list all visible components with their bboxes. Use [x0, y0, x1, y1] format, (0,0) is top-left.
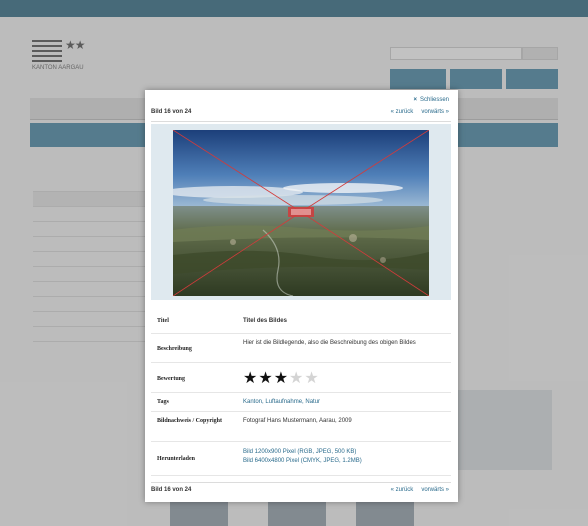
star-rating[interactable]: ★★★★★: [243, 363, 451, 392]
pager-bottom: « zurück vorwärts »: [391, 487, 449, 493]
next-button[interactable]: vorwärts »: [421, 109, 449, 115]
download-link-cmyk[interactable]: Bild 6400x4800 Pixel (CMYK, JPEG, 1.2MB): [243, 457, 447, 466]
close-icon: ×: [413, 97, 417, 103]
info-row-title: Titel Titel des Bildes: [151, 312, 451, 334]
info-label: Herunterladen: [157, 456, 195, 462]
aerial-photo[interactable]: [173, 130, 429, 296]
download-links: Bild 1200x900 Pixel (RGB, JPEG, 500 KB) …: [243, 442, 451, 475]
divider: [151, 121, 451, 122]
star-empty-icon[interactable]: ★: [289, 370, 304, 387]
info-value: Fotograf Hans Mustermann, Aarau, 2009: [243, 418, 352, 424]
info-value: Hier ist die Bildlegende, also die Besch…: [243, 340, 416, 346]
star-filled-icon[interactable]: ★: [258, 370, 273, 387]
next-button[interactable]: vorwärts »: [421, 487, 449, 493]
info-label: Titel: [157, 318, 169, 324]
info-row-copyright: Bildnachweis / Copyright Fotograf Hans M…: [151, 412, 451, 442]
image-counter: Bild 16 von 24: [151, 109, 192, 115]
photo-area: [151, 124, 451, 300]
prev-button[interactable]: « zurück: [391, 487, 414, 493]
close-label: Schliessen: [419, 97, 449, 103]
prev-button[interactable]: « zurück: [391, 109, 414, 115]
download-link-rgb[interactable]: Bild 1200x900 Pixel (RGB, JPEG, 500 KB): [243, 448, 447, 457]
image-info-table: Titel Titel des Bildes Beschreibung Hier…: [151, 312, 451, 476]
info-row-tags: Tags Kanton, Luftaufnahme, Natur: [151, 393, 451, 412]
info-row-rating: Bewertung ★★★★★: [151, 363, 451, 393]
divider: [151, 482, 451, 483]
star-filled-icon[interactable]: ★: [274, 370, 289, 387]
tag-links[interactable]: Kanton, Luftaufnahme, Natur: [243, 393, 451, 411]
info-label: Beschreibung: [157, 346, 192, 352]
pager-top: « zurück vorwärts »: [391, 109, 449, 115]
close-button[interactable]: × Schliessen: [413, 97, 449, 103]
image-counter-footer: Bild 16 von 24: [151, 487, 192, 493]
info-label: Tags: [157, 399, 169, 405]
info-label: Bildnachweis / Copyright: [157, 418, 223, 424]
info-value: Titel des Bildes: [243, 318, 287, 324]
aerial-landscape-image: [173, 130, 429, 296]
info-row-download: Herunterladen Bild 1200x900 Pixel (RGB, …: [151, 442, 451, 476]
star-filled-icon[interactable]: ★: [243, 370, 258, 387]
info-label: Bewertung: [157, 376, 185, 382]
info-row-description: Beschreibung Hier ist die Bildlegende, a…: [151, 334, 451, 363]
star-empty-icon[interactable]: ★: [304, 370, 319, 387]
image-lightbox: × Schliessen Bild 16 von 24 « zurück vorw…: [145, 90, 458, 502]
